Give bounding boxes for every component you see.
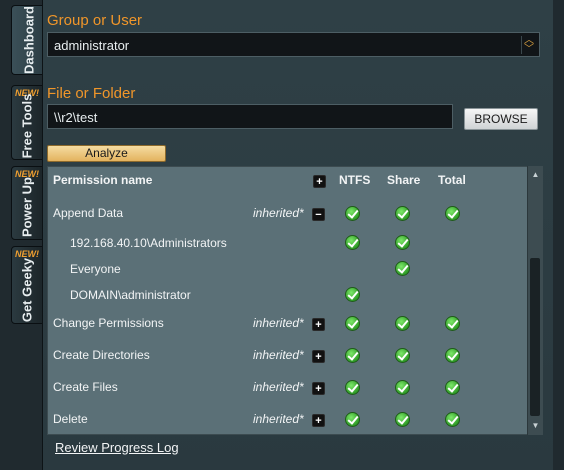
table-row[interactable]: Everyone <box>48 256 528 282</box>
table-row[interactable]: 192.168.40.10\Administrators <box>48 230 528 256</box>
permission-name: Append Data <box>53 206 124 220</box>
trustee-name: Everyone <box>70 262 121 276</box>
check-icon <box>395 316 410 331</box>
scroll-up-icon[interactable]: ▲ <box>528 168 543 182</box>
inherited-label: inherited* <box>253 348 304 362</box>
check-icon <box>345 206 360 221</box>
group-or-user-title: Group or User <box>47 12 143 29</box>
header-ntfs: NTFS <box>339 173 371 187</box>
permissions-table: Permission name + NTFS Share Total Appen… <box>47 166 542 435</box>
tab-get-geeky-label: Get Geeky <box>19 258 35 323</box>
check-icon <box>345 380 360 395</box>
scroll-down-icon[interactable]: ▼ <box>528 419 543 433</box>
chevron-down-icon[interactable]: ︿ ﹀ <box>521 36 536 55</box>
header-permission-name: Permission name <box>53 173 153 187</box>
expand-button[interactable]: + <box>312 382 325 395</box>
check-icon <box>445 412 460 427</box>
check-icon <box>395 206 410 221</box>
trustee-name: 192.168.40.10\Administrators <box>70 236 227 250</box>
inherited-label: inherited* <box>253 316 304 330</box>
check-icon <box>395 348 410 363</box>
check-icon <box>345 287 360 302</box>
expand-all-button[interactable]: + <box>313 175 326 188</box>
expand-button[interactable]: + <box>312 414 325 427</box>
check-icon <box>395 380 410 395</box>
table-row[interactable]: Change Permissions inherited* + <box>48 310 528 336</box>
inherited-label: inherited* <box>253 380 304 394</box>
check-icon <box>395 261 410 276</box>
check-icon <box>345 316 360 331</box>
tab-dashboard[interactable]: Dashboard <box>11 5 46 75</box>
permission-name: Change Permissions <box>53 316 164 330</box>
check-icon <box>395 412 410 427</box>
tab-dashboard-label: Dashboard <box>21 6 37 74</box>
table-header: Permission name + NTFS Share Total <box>48 167 528 193</box>
check-icon <box>445 206 460 221</box>
permission-name: Create Directories <box>53 348 150 362</box>
header-total: Total <box>438 173 466 187</box>
check-icon <box>445 316 460 331</box>
browse-button[interactable]: BROWSE <box>464 108 538 130</box>
header-share: Share <box>387 173 421 187</box>
table-row[interactable]: Create Files inherited* + <box>48 374 528 400</box>
check-icon <box>345 235 360 250</box>
check-icon <box>445 348 460 363</box>
check-icon <box>345 348 360 363</box>
permission-name: Create Files <box>53 380 118 394</box>
table-row[interactable]: Create Directories inherited* + <box>48 342 528 368</box>
inherited-label: inherited* <box>253 412 304 426</box>
table-row[interactable]: Append Data inherited* − <box>48 200 528 226</box>
trustee-name: DOMAIN\administrator <box>70 288 191 302</box>
check-icon <box>345 412 360 427</box>
file-or-folder-input[interactable]: \\r2\test <box>47 104 453 129</box>
group-or-user-dropdown[interactable]: administrator ︿ ﹀ <box>47 32 540 57</box>
review-progress-log-link[interactable]: Review Progress Log <box>55 440 179 455</box>
app-window: Dashboard NEW! Free Tools NEW! Power Up … <box>0 0 564 470</box>
check-icon <box>395 235 410 250</box>
tab-power-up-label: Power Up <box>19 177 35 238</box>
tab-free-tools-label: Free Tools <box>19 93 35 159</box>
inherited-label: inherited* <box>253 206 304 220</box>
file-or-folder-title: File or Folder <box>47 85 136 102</box>
check-icon <box>445 380 460 395</box>
file-or-folder-value: \\r2\test <box>54 110 98 125</box>
expand-button[interactable]: + <box>312 350 325 363</box>
analyze-button[interactable]: Analyze <box>47 145 166 162</box>
group-or-user-value: administrator <box>54 38 130 53</box>
collapse-button[interactable]: − <box>312 208 325 221</box>
tab-power-up[interactable]: NEW! Power Up <box>11 166 43 240</box>
scroll-thumb[interactable] <box>530 258 540 416</box>
table-row[interactable]: Delete inherited* + <box>48 406 528 432</box>
vertical-scrollbar[interactable]: ▲ ▼ <box>527 166 543 435</box>
tab-free-tools[interactable]: NEW! Free Tools <box>11 85 43 160</box>
tab-get-geeky[interactable]: NEW! Get Geeky <box>11 246 43 324</box>
table-row[interactable]: DOMAIN\administrator <box>48 282 528 308</box>
expand-button[interactable]: + <box>312 318 325 331</box>
permission-name: Delete <box>53 412 88 426</box>
